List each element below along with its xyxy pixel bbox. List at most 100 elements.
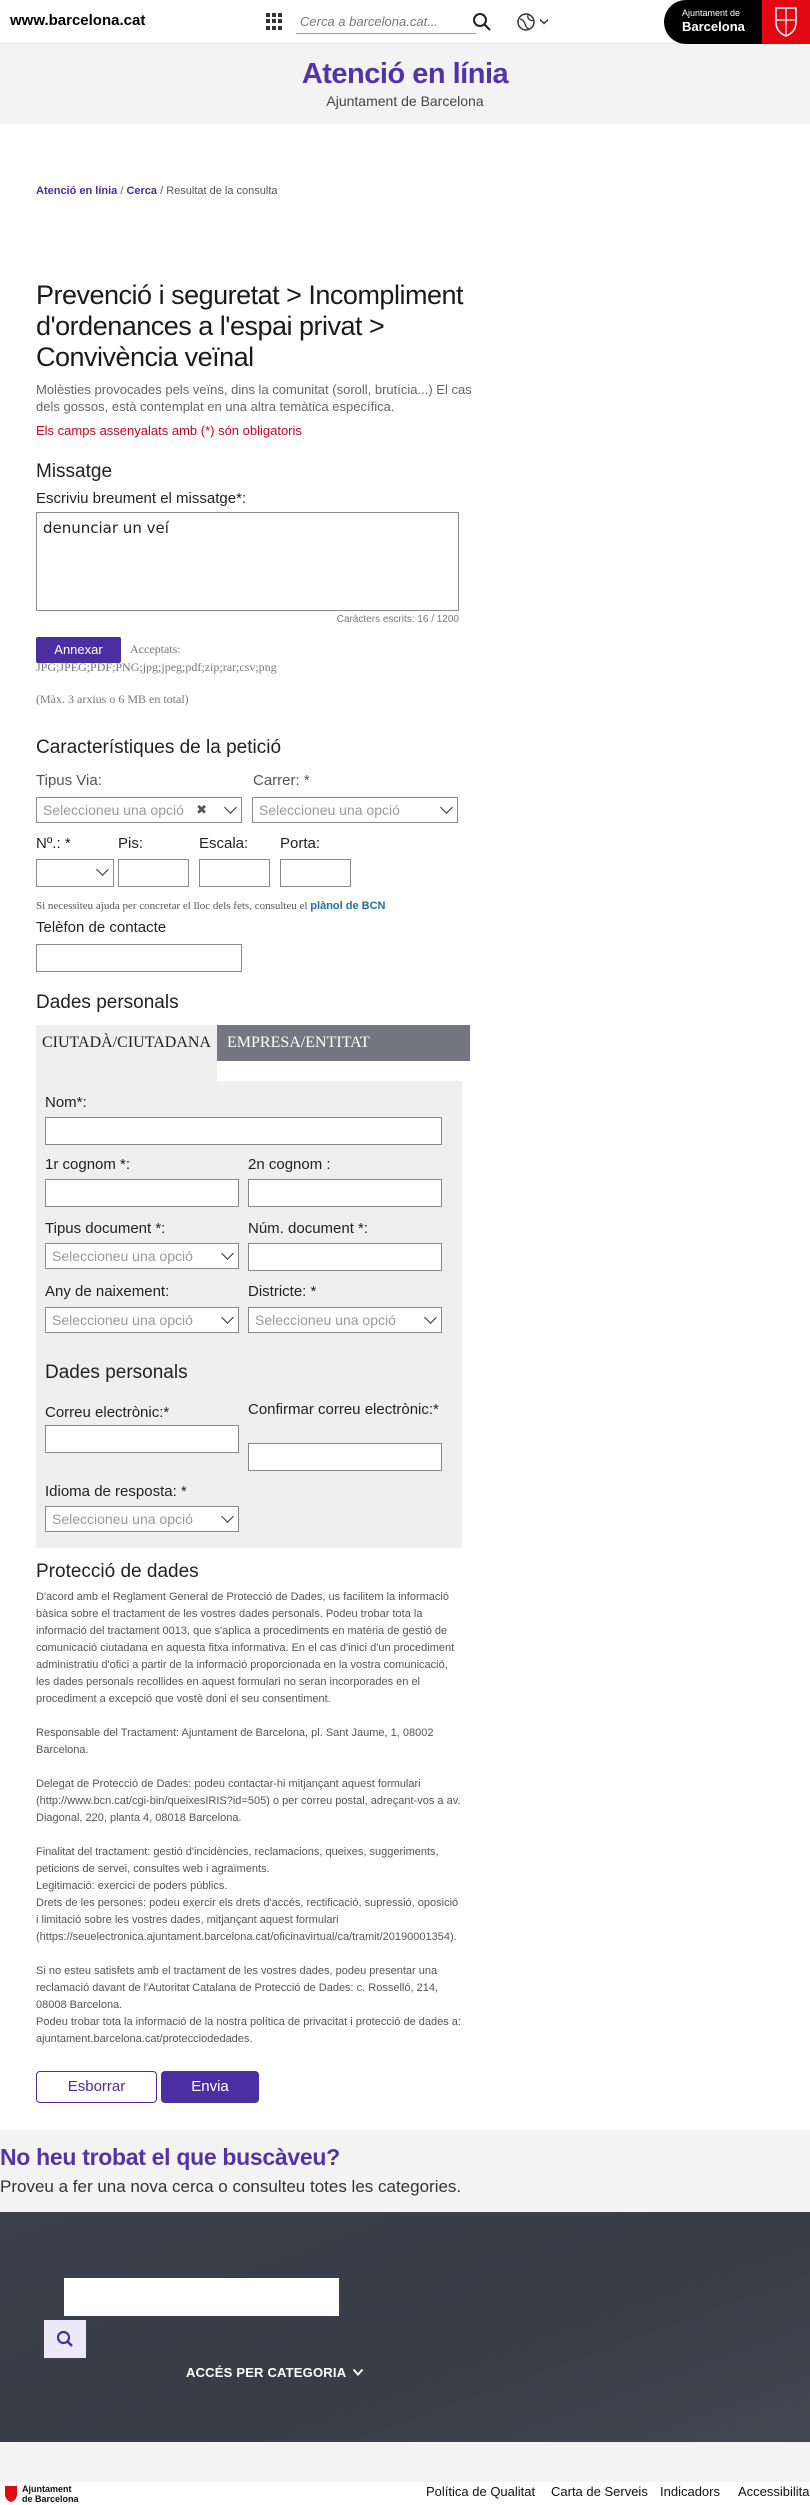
clear-button[interactable]: Esborrar [36,2071,157,2103]
breadcrumb-home-link[interactable]: Atenció en línia [36,185,117,197]
doc-type-label: Tipus document *: [45,1220,166,1237]
email-confirm-input[interactable] [248,1443,442,1471]
map-help-label: Si necessiteu ajuda per concretar el llo… [36,900,311,912]
send-button[interactable]: Envia [161,2071,259,2103]
surname1-input[interactable] [45,1179,239,1207]
doc-type-select[interactable]: Seleccioneu una opció [45,1243,239,1269]
number-label: Nº.: * [36,835,71,852]
ajuntament-logo[interactable]: Ajuntament de Barcelona [664,0,810,44]
birth-year-label: Any de naixement: [45,1283,170,1300]
via-type-label: Tipus Via: [36,772,102,789]
globe-icon [517,13,535,31]
door-input[interactable] [280,859,351,887]
door-label: Porta: [280,835,321,852]
footer-search-input[interactable] [64,2278,339,2316]
map-help-text: Si necessiteu ajuda per concretar el llo… [36,900,385,912]
email-input[interactable] [45,1425,239,1453]
request-heading: Característiques de la petició [36,737,282,758]
district-placeholder: Seleccioneu una opció [255,1312,396,1328]
breadcrumb-separator: / [157,185,167,197]
ajuntament-footer-logo[interactable]: Ajuntament de Barcelona [4,2483,94,2505]
search-icon[interactable] [472,12,492,32]
doc-number-input[interactable] [248,1243,442,1271]
map-link[interactable]: plànol de BCN [310,900,385,912]
protection-paragraph: D'acord amb el Reglament General de Prot… [36,1591,455,1705]
district-label: Districte: * [248,1283,317,1300]
floor-input[interactable] [118,859,189,887]
shield-icon [762,0,810,44]
tab-company[interactable]: EMPRESA/ENTITAT [217,1025,470,1061]
not-found-text: Proveu a fer una nova cerca o consulteu … [0,2177,462,2196]
surname1-label: 1r cognom *: [45,1156,131,1173]
max-files-note: (Màx. 3 arxius o 6 MB en total) [36,692,189,706]
response-language-select[interactable]: Seleccioneu una opció [45,1506,239,1532]
chevron-down-icon [221,1311,234,1324]
site-title[interactable]: Atenció en línia [0,58,810,91]
char-count: Caràcters escrits: 16 / 1200 [336,614,459,625]
site-url-link[interactable]: www.barcelona.cat [10,12,145,29]
response-language-placeholder: Seleccioneu una opció [52,1511,193,1527]
message-textarea[interactable]: denunciar un veí [36,512,459,611]
breadcrumb-current: Resultat de la consulta [166,185,278,197]
tab-citizen-label: CIUTADÀ/CIUTADANA [42,1034,211,1051]
birth-year-select[interactable]: Seleccioneu una opció [45,1307,239,1333]
protection-purpose: Finalitat del tractament: gestió d'incid… [36,1846,439,1875]
email-label: Correu electrònic:* [45,1404,170,1421]
search-input[interactable] [296,10,476,34]
clear-icon[interactable]: ✖ [196,798,207,822]
protection-paragraph: Delegat de Protecció de Dades: podeu con… [36,1778,461,1824]
message-label: Escriviu breument el missatge*: [36,490,247,507]
district-select[interactable]: Seleccioneu una opció [248,1307,442,1333]
footer-link-indicators[interactable]: Indicadors [660,2484,720,2499]
logo-line1: Ajuntament de [682,8,741,18]
footer-spacer-band [0,2442,810,2482]
shield-icon [5,2486,17,2502]
required-fields-note: Els camps assenyalats amb (*) són obliga… [36,423,302,438]
protection-claim: Si no esteu satisfets amb el tractament … [36,1965,438,2011]
protection-rights: Drets de les persones: podeu exercir els… [36,1897,459,1943]
street-select[interactable]: Seleccioneu una opció [252,797,458,823]
stair-input[interactable] [199,859,270,887]
surname2-input[interactable] [248,1179,442,1207]
footer-search-band [0,2212,810,2442]
chevron-down-icon [424,1311,437,1324]
language-selector[interactable] [516,11,552,33]
phone-label: Telèfon de contacte [36,919,167,936]
protection-paragraph: Responsable del Tractament: Ajuntament d… [36,1727,434,1756]
footer-link-quality[interactable]: Política de Qualitat [426,2484,535,2499]
chevron-down-icon [440,801,453,814]
page-description: Molèsties provocades pels veïns, dins la… [36,382,472,414]
personal-heading: Dades personals [36,992,179,1013]
stair-label: Escala: [199,835,249,852]
floor-label: Pis: [118,835,144,852]
apps-grid-icon[interactable] [266,13,283,30]
footer-search-button[interactable] [44,2320,86,2358]
chevron-down-icon [224,801,237,814]
tab-citizen[interactable]: CIUTADÀ/CIUTADANA [36,1025,217,1081]
category-access-label: ACCÉS PER CATEGORIA [186,2365,346,2380]
phone-input[interactable] [36,944,242,972]
data-protection-text: D'acord amb el Reglament General de Prot… [36,1589,461,2065]
via-type-placeholder: Seleccioneu una opció [43,802,184,818]
data-protection-heading: Protecció de dades [36,1561,199,1582]
footer-logo-line1: Ajuntament [22,2484,72,2494]
chevron-down-icon [96,863,109,876]
personal-subheading: Dades personals [45,1362,188,1383]
street-label: Carrer: * [253,772,310,789]
not-found-band [0,2130,810,2212]
number-select[interactable] [36,859,114,887]
logo-line2: Barcelona [682,19,745,34]
chevron-down-icon [352,2368,363,2376]
footer-link-services[interactable]: Carta de Serveis [551,2484,648,2499]
category-access-link[interactable]: ACCÉS PER CATEGORIA [186,2365,364,2380]
name-label: Nom*: [45,1094,87,1111]
birth-year-placeholder: Seleccioneu una opció [52,1312,193,1328]
surname2-label: 2n cognom : [248,1156,331,1173]
response-language-label: Idioma de resposta: * [45,1483,187,1500]
breadcrumb-search-link[interactable]: Cerca [126,185,157,197]
footer-link-accessibility[interactable]: Accessibilitat [738,2484,810,2499]
name-input[interactable] [45,1117,442,1145]
via-type-select[interactable]: Seleccioneu una opció ✖ [36,797,242,823]
page-title: Prevenció i seguretat > Incompliment d'o… [36,280,463,372]
message-heading: Missatge [36,461,113,482]
